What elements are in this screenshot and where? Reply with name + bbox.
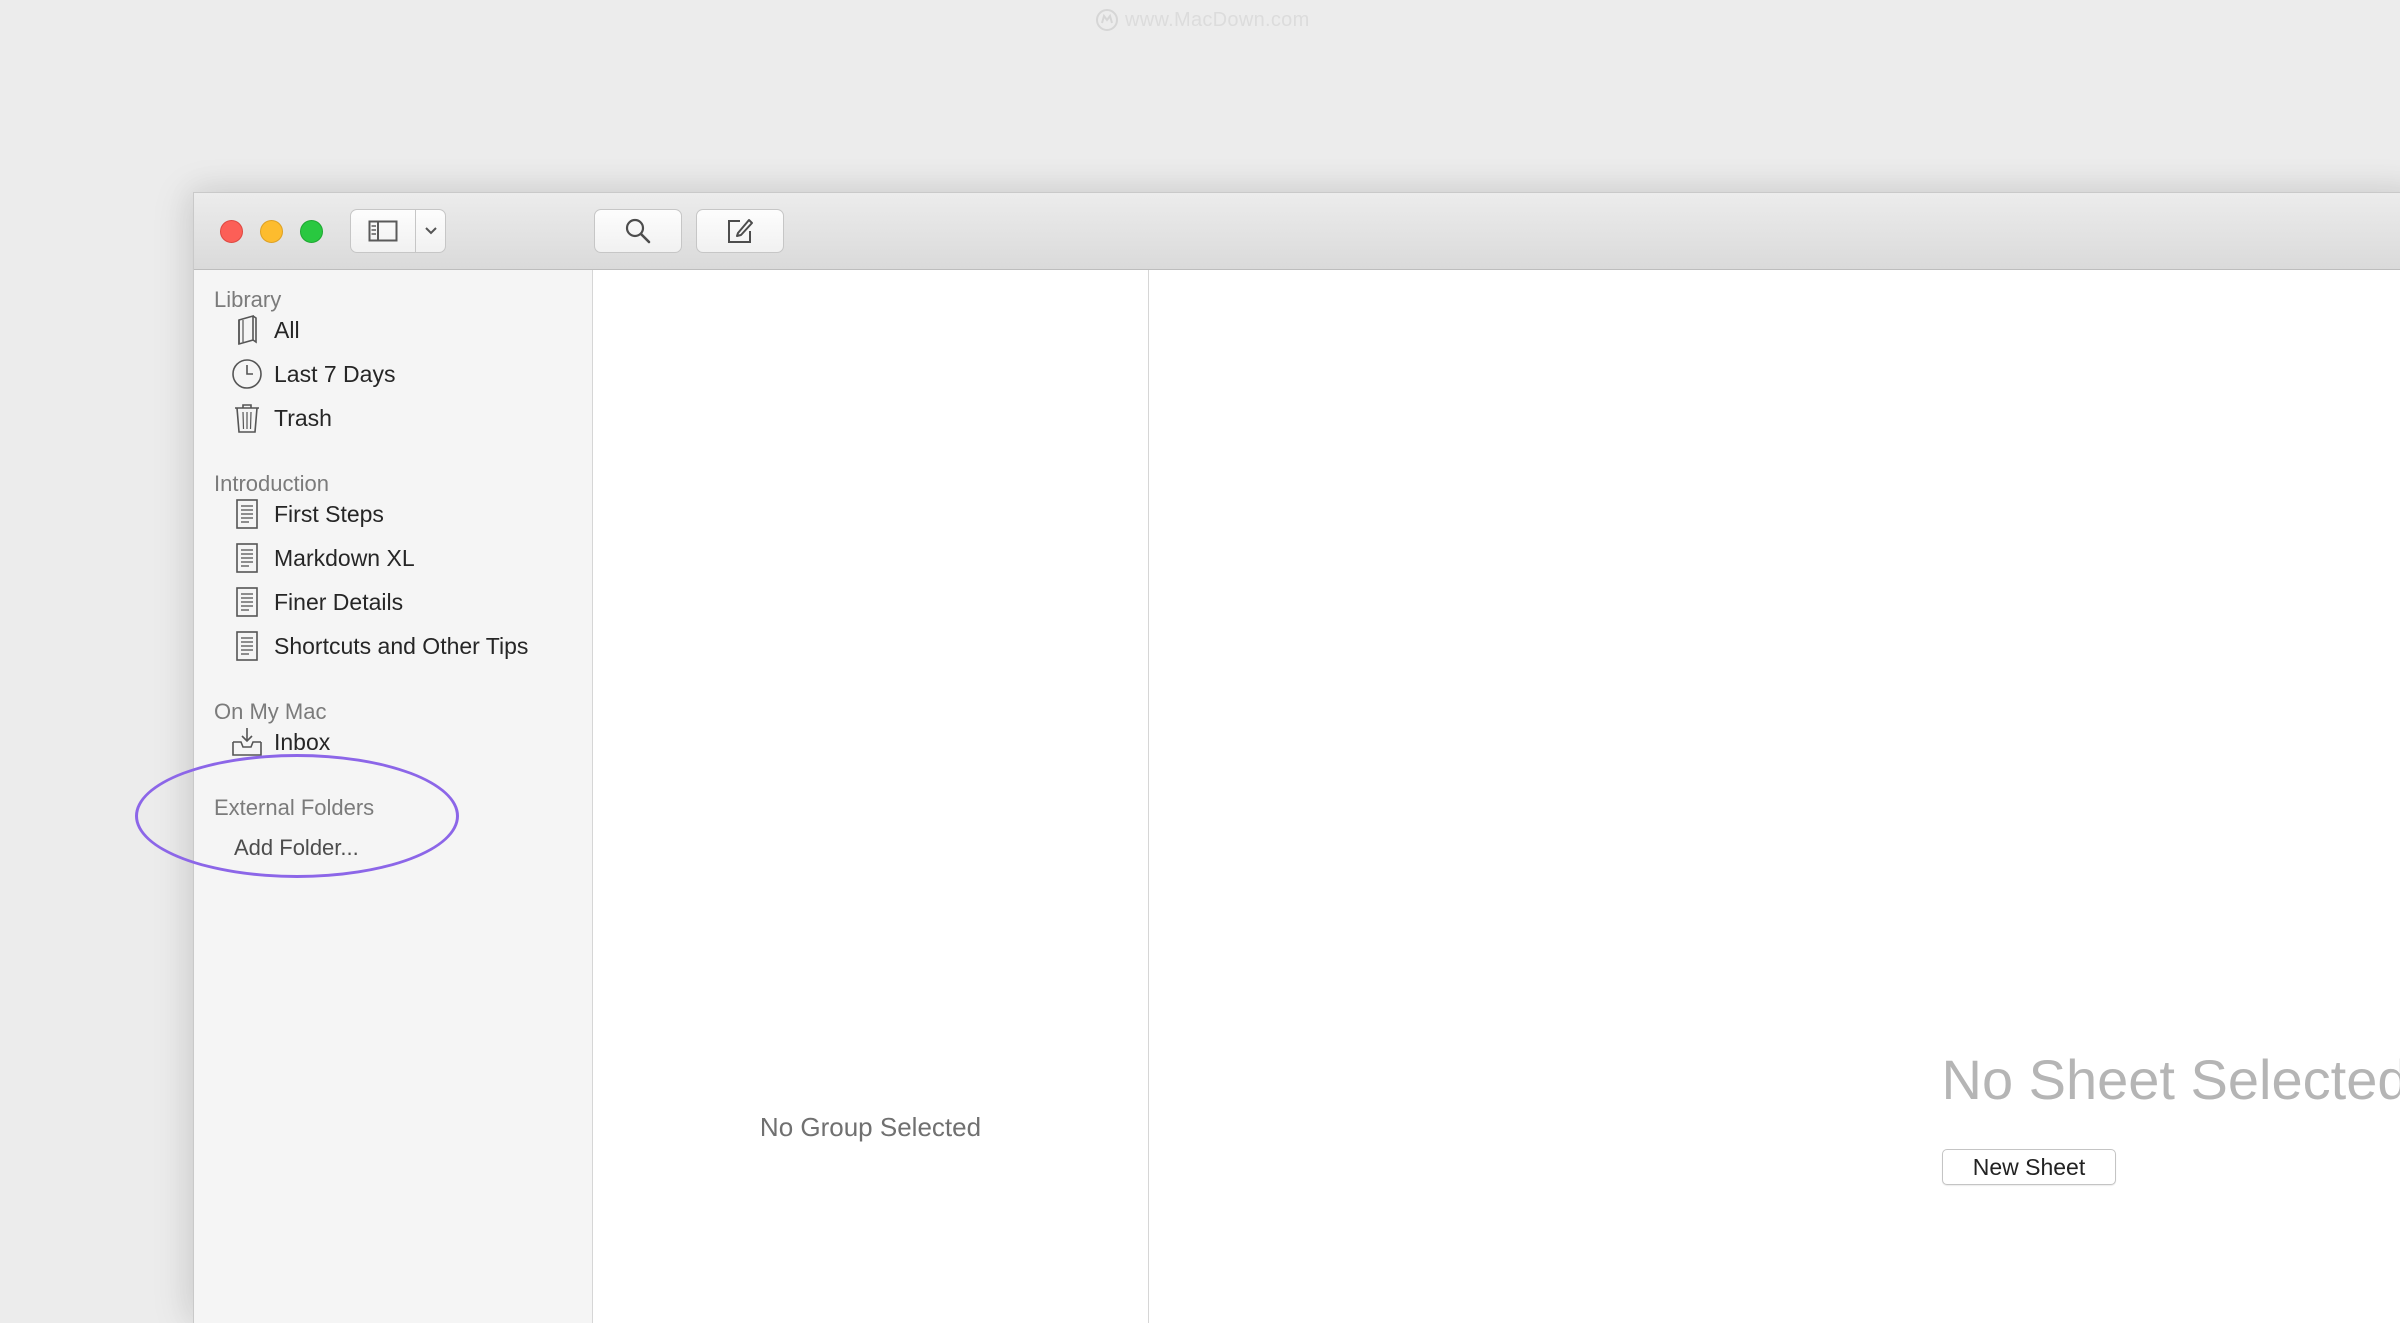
sheet-list-pane: No Group Selected [593, 270, 1149, 1323]
new-sheet-toolbar-button[interactable] [696, 209, 784, 253]
sidebar-item-label: Markdown XL [274, 544, 415, 571]
add-folder-button[interactable]: Add Folder... [234, 835, 359, 861]
sidebar-item-first-steps[interactable]: First Steps [230, 494, 384, 534]
section-header-external-folders: External Folders [214, 795, 375, 820]
view-options-dropdown[interactable] [416, 210, 445, 252]
sidebar-icon [368, 220, 398, 242]
sidebar-item-label: Shortcuts and Other Tips [274, 632, 529, 659]
no-group-selected-text: No Group Selected [759, 1112, 982, 1142]
document-icon [230, 497, 264, 531]
book-icon [230, 313, 264, 347]
sidebar-item-markdown-xl[interactable]: Markdown XL [230, 538, 415, 578]
sidebar-item-last-7-days[interactable]: Last 7 Days [230, 354, 395, 394]
zoom-button[interactable] [300, 220, 323, 243]
macdown-logo-icon [1096, 9, 1118, 31]
editor-pane: No Sheet Selected New Sheet [1149, 270, 2400, 1323]
sidebar-item-label: Last 7 Days [274, 360, 396, 387]
sidebar-toggle-group [350, 209, 446, 253]
close-button[interactable] [220, 220, 243, 243]
sidebar-item-label: All [274, 316, 300, 343]
new-sheet-button[interactable]: New Sheet [1942, 1149, 2116, 1185]
sidebar-item-label: Finer Details [274, 588, 404, 615]
sidebar-item-finer-details[interactable]: Finer Details [230, 582, 403, 622]
trash-icon [230, 401, 264, 435]
document-icon [230, 629, 264, 663]
chevron-down-icon [424, 227, 437, 235]
clock-icon [230, 357, 264, 391]
search-button[interactable] [594, 209, 682, 253]
watermark: www.MacDown.com [1095, 6, 1310, 34]
document-icon [230, 585, 264, 619]
app-window: Library All Last 7 Days Trash Introducti… [135, 192, 2400, 1323]
minimize-button[interactable] [260, 220, 283, 243]
sidebar-item-all[interactable]: All [230, 310, 300, 350]
compose-icon [728, 219, 753, 243]
sidebar-item-label: Trash [274, 404, 332, 431]
document-icon [230, 541, 264, 575]
sidebar: Library All Last 7 Days Trash Introducti… [135, 270, 593, 1323]
title-bar [194, 193, 2400, 270]
inbox-icon [230, 725, 264, 759]
sidebar-item-label: First Steps [274, 500, 384, 527]
sidebar-item-inbox[interactable]: Inbox [230, 722, 330, 762]
search-icon [625, 218, 651, 244]
sidebar-toggle-button[interactable] [351, 210, 417, 252]
sidebar-item-shortcuts-and-other-tips[interactable]: Shortcuts and Other Tips [230, 626, 528, 666]
watermark-text: www.MacDown.com [1125, 8, 1310, 31]
no-sheet-selected-text: No Sheet Selected [1941, 1048, 2400, 1111]
sidebar-item-label: Inbox [274, 728, 331, 755]
sidebar-item-trash[interactable]: Trash [230, 398, 332, 438]
